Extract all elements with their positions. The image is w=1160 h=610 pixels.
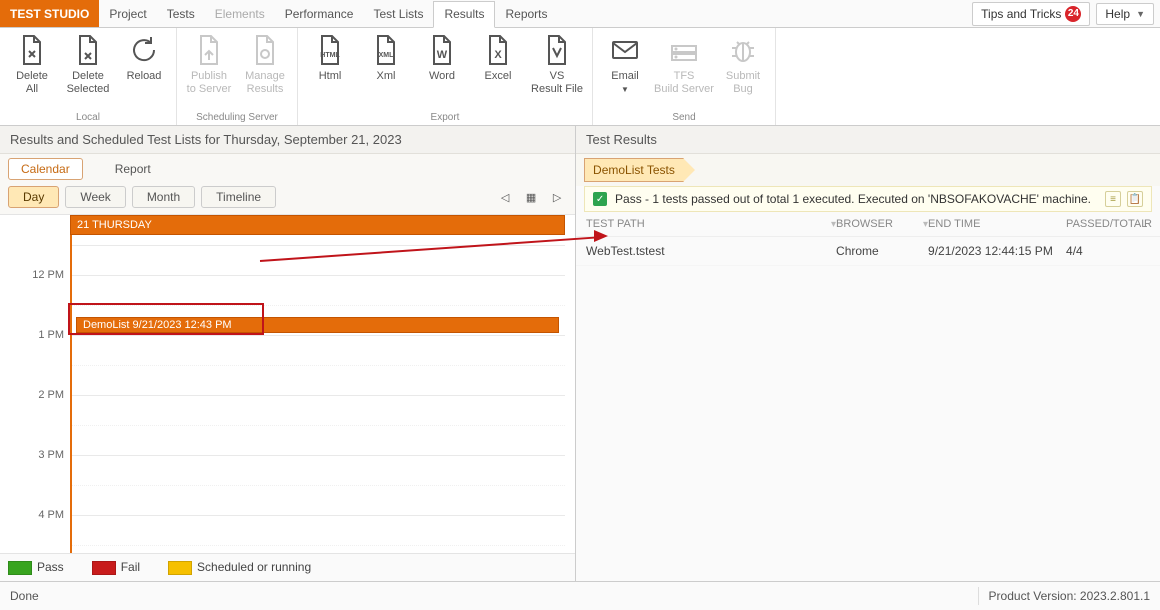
export-html-button[interactable]: HTML Html bbox=[302, 34, 358, 83]
export-xml-button[interactable]: XML Xml bbox=[358, 34, 414, 83]
menu-test-lists[interactable]: Test Lists bbox=[363, 0, 433, 27]
next-icon[interactable]: ▷ bbox=[547, 191, 567, 204]
grid-icon[interactable]: ▦ bbox=[521, 191, 541, 204]
menu-results[interactable]: Results bbox=[433, 1, 495, 28]
reload-button[interactable]: Reload bbox=[116, 34, 172, 83]
ribbon: Delete All Delete Selected Reload Local bbox=[0, 28, 1160, 126]
svg-text:XML: XML bbox=[379, 52, 395, 59]
ribbon-group-local: Delete All Delete Selected Reload Local bbox=[0, 28, 177, 125]
brand: TEST STUDIO bbox=[0, 0, 99, 27]
breadcrumb: DemoList Tests bbox=[576, 154, 1160, 186]
delete-all-icon bbox=[16, 34, 48, 66]
arrow-head-icon bbox=[594, 230, 608, 242]
menu-tests[interactable]: Tests bbox=[157, 0, 205, 27]
chevron-down-icon: ▼ bbox=[621, 85, 629, 94]
svg-text:HTML: HTML bbox=[320, 52, 340, 59]
menubar: TEST STUDIO Project Tests Elements Perfo… bbox=[0, 0, 1160, 28]
submit-bug-button: Submit Bug bbox=[715, 34, 771, 96]
tfs-icon bbox=[668, 34, 700, 66]
ribbon-group-send: Email▼ TFS Build Server Submit Bug Send bbox=[593, 28, 776, 125]
product-version: Product Version: 2023.2.801.1 bbox=[989, 589, 1150, 603]
test-results-panel: Test Results DemoList Tests ✓ Pass - 1 t… bbox=[576, 126, 1160, 581]
right-header: Test Results bbox=[576, 126, 1160, 154]
help-button[interactable]: Help ▼ bbox=[1096, 3, 1154, 25]
crumb-demolist[interactable]: DemoList Tests bbox=[584, 158, 684, 182]
svg-text:X: X bbox=[494, 49, 502, 61]
tips-badge: 24 bbox=[1065, 6, 1081, 22]
menu-elements: Elements bbox=[205, 0, 275, 27]
ribbon-group-export: HTML Html XML Xml W Word X Excel bbox=[298, 28, 593, 125]
manage-results-icon bbox=[249, 34, 281, 66]
view-week[interactable]: Week bbox=[65, 186, 125, 208]
view-day[interactable]: Day bbox=[8, 186, 59, 208]
day-header: 21 THURSDAY bbox=[70, 215, 565, 235]
delete-selected-button[interactable]: Delete Selected bbox=[60, 34, 116, 96]
grid-header: TEST PATH▾ BROWSER▾ END TIME PASSED/TOTA… bbox=[576, 212, 1160, 237]
tfs-build-button: TFS Build Server bbox=[653, 34, 715, 96]
delete-all-button[interactable]: Delete All bbox=[4, 34, 60, 96]
svg-text:W: W bbox=[437, 49, 448, 61]
status-text: Pass - 1 tests passed out of total 1 exe… bbox=[615, 192, 1091, 206]
results-calendar-panel: Results and Scheduled Test Lists for Thu… bbox=[0, 126, 576, 581]
menu-reports[interactable]: Reports bbox=[495, 0, 557, 27]
view-timeline[interactable]: Timeline bbox=[201, 186, 276, 208]
ribbon-group-scheduling: Publish to Server Manage Results Schedul… bbox=[177, 28, 298, 125]
calendar-area[interactable]: 21 THURSDAY 12 PM 1 PM 2 PM 3 PM 4 PM bbox=[0, 214, 575, 553]
scheduled-swatch bbox=[168, 561, 192, 575]
fail-swatch bbox=[92, 561, 116, 575]
check-icon: ✓ bbox=[593, 192, 607, 206]
tab-calendar[interactable]: Calendar bbox=[8, 158, 83, 180]
publish-to-server-button: Publish to Server bbox=[181, 34, 237, 96]
bug-icon bbox=[727, 34, 759, 66]
pass-swatch bbox=[8, 561, 32, 575]
clipboard-icon[interactable]: 📋 bbox=[1127, 191, 1143, 207]
tips-label: Tips and Tricks bbox=[981, 7, 1061, 21]
xml-icon: XML bbox=[370, 34, 402, 66]
word-icon: W bbox=[426, 34, 458, 66]
delete-selected-icon bbox=[72, 34, 104, 66]
legend: Pass Fail Scheduled or running bbox=[0, 553, 575, 581]
left-tabs: Calendar Report bbox=[0, 154, 575, 180]
menu-project[interactable]: Project bbox=[99, 0, 156, 27]
html-icon: HTML bbox=[314, 34, 346, 66]
excel-icon: X bbox=[482, 34, 514, 66]
email-icon bbox=[609, 34, 641, 66]
table-row[interactable]: WebTest.tstest Chrome 9/21/2023 12:44:15… bbox=[576, 237, 1160, 266]
log-icon[interactable]: ≡ bbox=[1105, 191, 1121, 207]
view-month[interactable]: Month bbox=[132, 186, 195, 208]
statusbar: Done Product Version: 2023.2.801.1 bbox=[0, 582, 1160, 610]
status-done: Done bbox=[10, 589, 39, 603]
publish-icon bbox=[193, 34, 225, 66]
help-label: Help bbox=[1105, 7, 1130, 21]
email-button[interactable]: Email▼ bbox=[597, 34, 653, 96]
prev-icon[interactable]: ◁ bbox=[495, 191, 515, 204]
export-vs-button[interactable]: VS Result File bbox=[526, 34, 588, 96]
export-excel-button[interactable]: X Excel bbox=[470, 34, 526, 83]
menu-performance[interactable]: Performance bbox=[275, 0, 364, 27]
event-highlight bbox=[68, 303, 264, 335]
reload-icon bbox=[128, 34, 160, 66]
left-header: Results and Scheduled Test Lists for Thu… bbox=[0, 126, 575, 154]
manage-results-button: Manage Results bbox=[237, 34, 293, 96]
view-bar: Day Week Month Timeline ◁ ▦ ▷ bbox=[0, 180, 575, 214]
status-bar: ✓ Pass - 1 tests passed out of total 1 e… bbox=[584, 186, 1152, 212]
chevron-down-icon: ▼ bbox=[1136, 9, 1145, 19]
content-area: Results and Scheduled Test Lists for Thu… bbox=[0, 126, 1160, 582]
tab-report[interactable]: Report bbox=[103, 159, 163, 179]
vs-icon bbox=[541, 34, 573, 66]
tips-button[interactable]: Tips and Tricks 24 bbox=[972, 2, 1090, 26]
export-word-button[interactable]: W Word bbox=[414, 34, 470, 83]
